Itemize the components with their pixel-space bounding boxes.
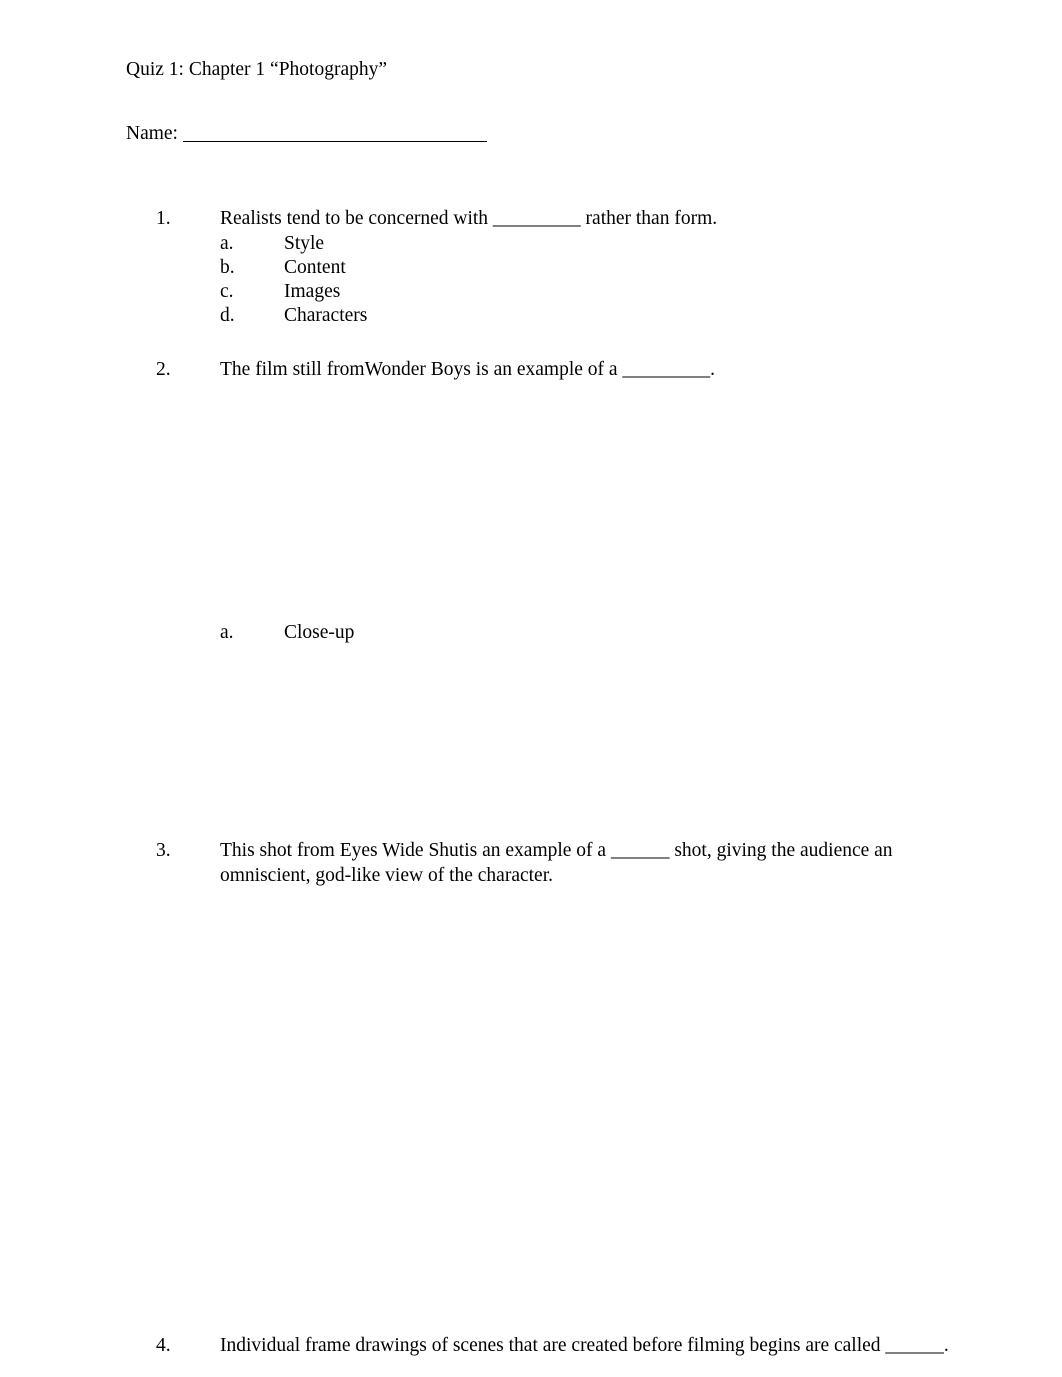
option-label: Style xyxy=(284,233,325,254)
option-item-1b[interactable]: b. Content xyxy=(220,256,720,281)
option-item-1c[interactable]: c. Images xyxy=(220,280,720,305)
name-field-row: Name: xyxy=(126,124,487,144)
question-2-image-placeholder-2 xyxy=(190,652,750,832)
question-text: This shot from Eyes Wide Shutis an examp… xyxy=(220,840,893,886)
question-3-image-placeholder xyxy=(190,895,810,1315)
question-number: 1. xyxy=(156,208,171,229)
question-text: Individual frame drawings of scenes that… xyxy=(220,1335,949,1356)
question-item-1: 1. Realists tend to be concerned with __… xyxy=(156,206,956,231)
option-label: Close-up xyxy=(284,622,355,643)
page-title: Quiz 1: Chapter 1 “Photography” xyxy=(126,59,388,80)
option-letter: a. xyxy=(220,622,234,643)
name-label: Name: xyxy=(126,123,178,144)
option-letter: b. xyxy=(220,257,235,278)
option-letter: c. xyxy=(220,281,234,302)
document-page: Quiz 1: Chapter 1 “Photography” Name: 1.… xyxy=(0,0,1062,1377)
option-letter: d. xyxy=(220,305,235,326)
question-text: Realists tend to be concerned with _____… xyxy=(220,208,718,229)
option-item-2a[interactable]: a. Close-up xyxy=(220,621,720,646)
option-item-1a[interactable]: a. Style xyxy=(220,232,720,257)
name-input-line[interactable] xyxy=(182,141,487,142)
option-label: Characters xyxy=(284,305,368,326)
question-number: 4. xyxy=(156,1335,171,1356)
option-label: Content xyxy=(284,257,346,278)
question-item-2: 2. The film still fromWonder Boys is an … xyxy=(156,357,956,382)
question-number: 2. xyxy=(156,359,171,380)
option-label: Images xyxy=(284,281,341,302)
question-text: The film still fromWonder Boys is an exa… xyxy=(220,359,716,380)
option-item-1d[interactable]: d. Characters xyxy=(220,304,720,329)
option-letter: a. xyxy=(220,233,234,254)
question-item-3: 3. This shot from Eyes Wide Shutis an ex… xyxy=(156,838,946,888)
question-item-4: 4. Individual frame drawings of scenes t… xyxy=(156,1333,956,1358)
question-2-image-placeholder xyxy=(190,388,750,620)
question-number: 3. xyxy=(156,840,171,861)
